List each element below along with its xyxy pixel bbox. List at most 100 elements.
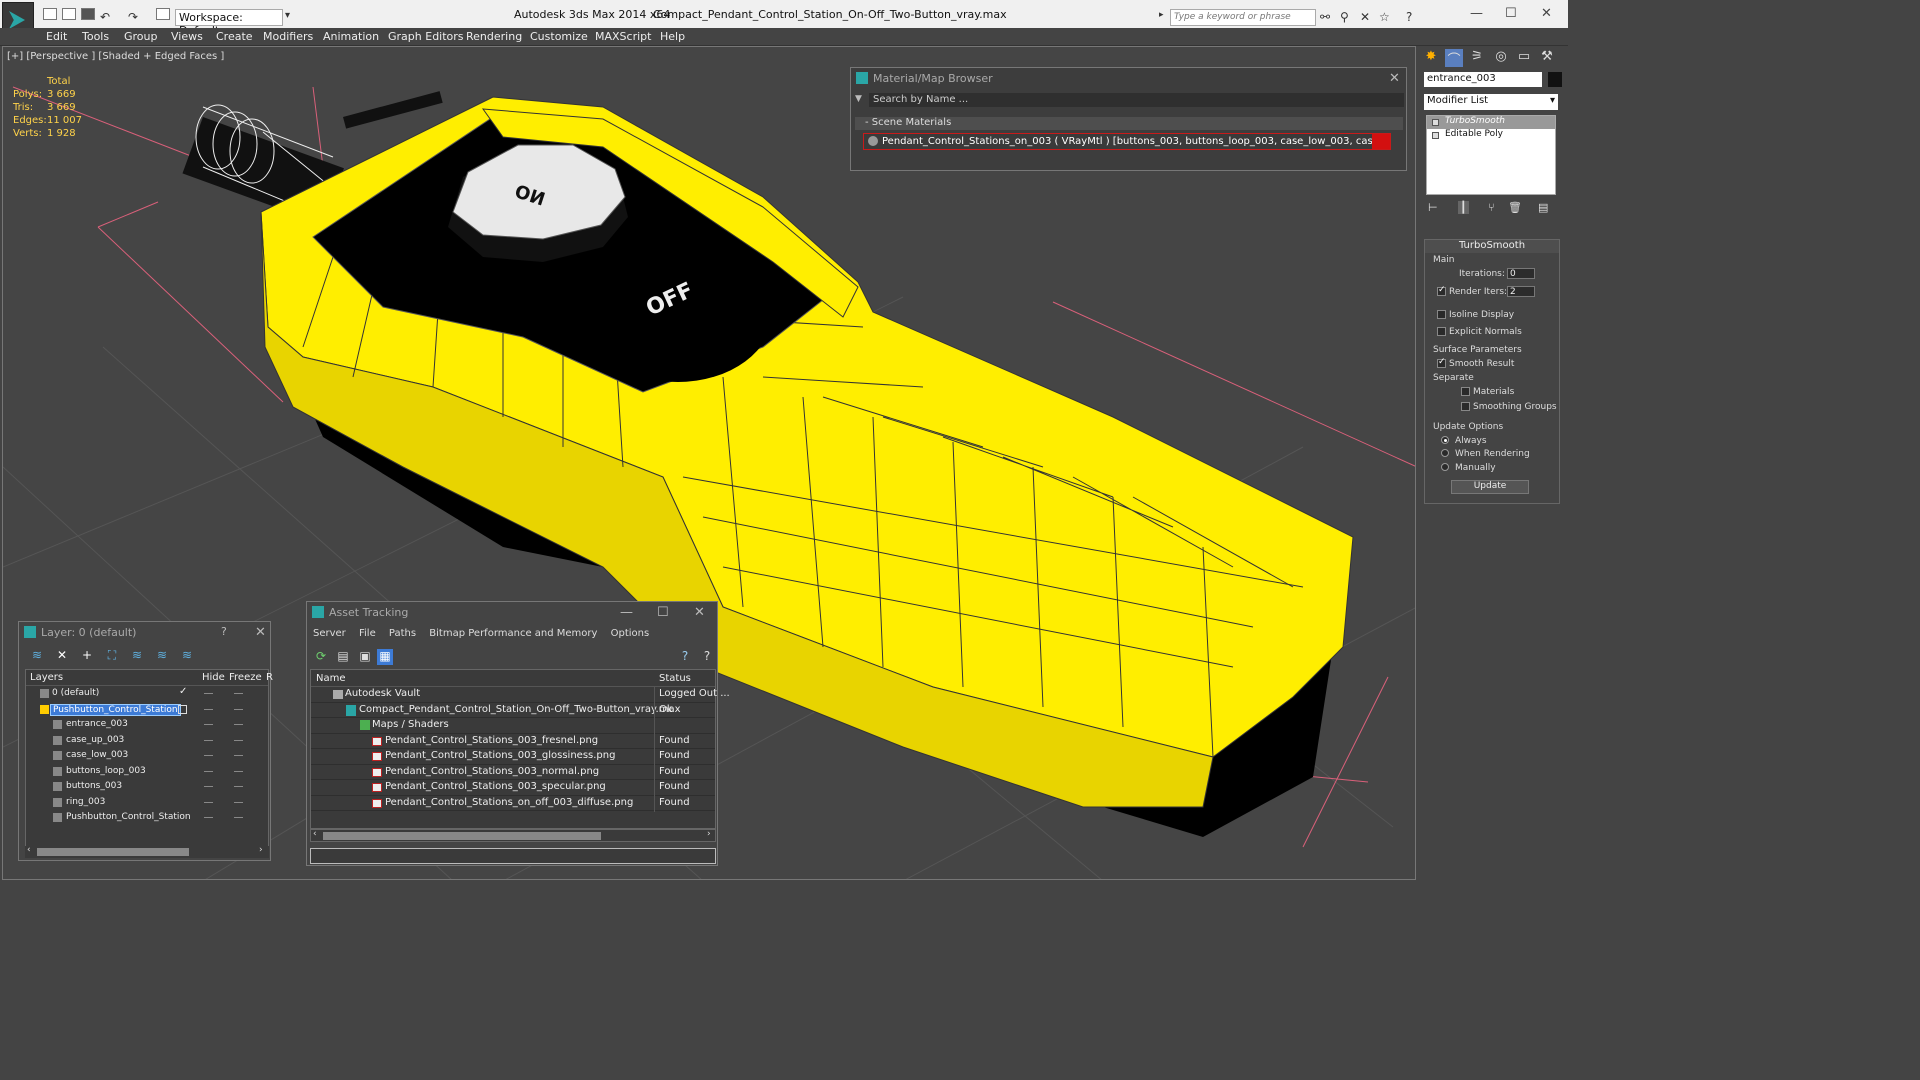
- undo-icon[interactable]: ↶: [100, 10, 110, 24]
- stack-item-editable-poly[interactable]: Editable Poly: [1427, 129, 1555, 142]
- menu-bitmap-performance[interactable]: Bitmap Performance and Memory: [429, 628, 597, 639]
- update-button[interactable]: Update: [1451, 480, 1529, 494]
- layer-object-row[interactable]: ring_003: [26, 795, 268, 811]
- rollout-title[interactable]: TurboSmooth: [1425, 240, 1559, 253]
- settings-help-icon[interactable]: ?: [699, 649, 715, 665]
- asset-row[interactable]: Pendant_Control_Stations_003_glossiness.…: [311, 749, 715, 765]
- asset-row[interactable]: Autodesk Vault Logged Out ...: [311, 687, 730, 703]
- asset-row[interactable]: Pendant_Control_Stations_003_normal.png F…: [311, 764, 715, 781]
- menu-tools[interactable]: Tools: [82, 30, 109, 43]
- menu-create[interactable]: Create: [216, 30, 253, 43]
- lightbulb-icon[interactable]: [1432, 119, 1439, 126]
- material-search-input[interactable]: Search by Name ...: [869, 93, 1404, 107]
- render-iters-spinner[interactable]: 2: [1507, 286, 1535, 297]
- hierarchy-tab-icon[interactable]: ⚞: [1468, 49, 1486, 67]
- layer-object-row[interactable]: case_low_003: [26, 748, 268, 764]
- menu-file[interactable]: File: [359, 628, 376, 639]
- thumbnail-view-icon[interactable]: ▣: [357, 649, 373, 665]
- scene-materials-section[interactable]: - Scene Materials: [855, 117, 1403, 130]
- hide-all-icon[interactable]: ≋: [152, 648, 172, 662]
- close-icon[interactable]: ✕: [694, 605, 705, 620]
- utilities-tab-icon[interactable]: ⚒: [1538, 49, 1556, 67]
- menu-customize[interactable]: Customize: [530, 30, 588, 43]
- close-icon[interactable]: ✕: [1541, 6, 1552, 21]
- chevron-down-icon[interactable]: ▼: [855, 94, 862, 104]
- asset-row[interactable]: Pendant_Control_Stations_003_specular.pn…: [311, 780, 715, 796]
- open-file-icon[interactable]: [62, 8, 76, 20]
- new-file-icon[interactable]: [43, 8, 57, 20]
- name-column-header[interactable]: Name: [316, 673, 346, 684]
- menu-server[interactable]: Server: [313, 628, 346, 639]
- make-unique-icon[interactable]: ⑂: [1488, 201, 1495, 214]
- favorites-star-icon[interactable]: ☆: [1379, 10, 1390, 24]
- add-selection-icon[interactable]: +: [77, 648, 97, 662]
- status-column-header[interactable]: Status: [659, 673, 691, 684]
- redo-icon[interactable]: ↷: [128, 10, 138, 24]
- remove-modifier-icon[interactable]: 🗑: [1508, 201, 1522, 214]
- active-layer-checkbox[interactable]: [178, 704, 187, 714]
- layer-object-row[interactable]: entrance_003: [26, 717, 268, 733]
- menu-help[interactable]: Help: [660, 30, 685, 43]
- scroll-left-icon[interactable]: ‹: [313, 829, 317, 839]
- layers-column-header[interactable]: Layers: [30, 672, 63, 683]
- expand-arrow-icon[interactable]: ▸: [1159, 10, 1164, 20]
- asset-row[interactable]: Maps / Shaders: [311, 718, 715, 734]
- minimize-icon[interactable]: —: [1470, 6, 1483, 21]
- iterations-spinner[interactable]: 0: [1507, 268, 1535, 279]
- modify-tab-icon[interactable]: ⌒: [1445, 49, 1463, 68]
- close-icon[interactable]: ✕: [255, 625, 266, 640]
- menu-paths[interactable]: Paths: [389, 628, 416, 639]
- scroll-right-icon[interactable]: ›: [259, 845, 263, 855]
- object-name-field[interactable]: entrance_003: [1424, 72, 1542, 87]
- smooth-result-checkbox[interactable]: [1437, 357, 1446, 368]
- list-view-icon[interactable]: ▤: [335, 649, 351, 665]
- layer-row[interactable]: 0 (default) ✓: [26, 686, 268, 702]
- minimize-icon[interactable]: —: [620, 605, 633, 620]
- menu-group[interactable]: Group: [124, 30, 158, 43]
- asset-path-field[interactable]: [310, 848, 716, 864]
- hide-column-header[interactable]: Hide: [202, 672, 225, 683]
- horizontal-scrollbar[interactable]: ‹ ›: [310, 829, 716, 842]
- maximize-icon[interactable]: ☐: [1505, 6, 1517, 21]
- menu-graph-editors[interactable]: Graph Editors: [388, 30, 464, 43]
- workspace-dropdown[interactable]: Workspace: Default: [175, 9, 283, 37]
- highlight-layer-icon[interactable]: ≋: [127, 648, 147, 662]
- menu-maxscript[interactable]: MAXScript: [595, 30, 651, 43]
- manually-radio[interactable]: [1441, 463, 1449, 471]
- scroll-left-icon[interactable]: ‹: [27, 845, 31, 855]
- delete-layer-icon[interactable]: ✕: [52, 648, 72, 662]
- active-layer-check-icon[interactable]: ✓: [179, 686, 187, 697]
- vault-help-icon[interactable]: ?: [677, 649, 693, 665]
- help-icon[interactable]: ?: [221, 625, 227, 638]
- menu-edit[interactable]: Edit: [46, 30, 67, 43]
- layer-object-row[interactable]: buttons_loop_003: [26, 764, 268, 780]
- subscription-icon[interactable]: ⚲: [1340, 10, 1349, 24]
- communication-icon[interactable]: ✕: [1360, 10, 1370, 24]
- freeze-all-icon[interactable]: ≋: [177, 648, 197, 662]
- new-layer-icon[interactable]: ≋: [27, 648, 47, 662]
- smoothing-groups-checkbox[interactable]: [1461, 402, 1470, 411]
- viewport-label[interactable]: [+] [Perspective ] [Shaded + Edged Faces…: [7, 51, 224, 62]
- expand-plus-icon[interactable]: [1432, 132, 1439, 139]
- asset-row[interactable]: Pendant_Control_Stations_on_off_003_diff…: [311, 795, 715, 812]
- binoculars-icon[interactable]: ⚯: [1320, 10, 1330, 24]
- asset-row[interactable]: Pendant_Control_Stations_003_fresnel.png…: [311, 733, 715, 750]
- search-input[interactable]: Type a keyword or phrase: [1170, 9, 1316, 26]
- horizontal-scrollbar[interactable]: ‹ ›: [25, 845, 269, 858]
- maximize-icon[interactable]: ☐: [657, 605, 669, 620]
- layer-object-row[interactable]: case_up_003: [26, 733, 268, 749]
- select-objects-icon[interactable]: ⛶: [102, 648, 122, 663]
- show-end-result-icon[interactable]: ┃: [1458, 201, 1469, 214]
- scroll-right-icon[interactable]: ›: [707, 829, 711, 839]
- materials-checkbox[interactable]: [1461, 387, 1470, 396]
- menu-options[interactable]: Options: [611, 628, 650, 639]
- stack-item-turbosmooth[interactable]: TurboSmooth: [1427, 116, 1555, 129]
- menu-modifiers[interactable]: Modifiers: [263, 30, 313, 43]
- object-color-swatch[interactable]: [1548, 72, 1562, 87]
- menu-rendering[interactable]: Rendering: [466, 30, 522, 43]
- explicit-normals-checkbox[interactable]: [1437, 327, 1446, 336]
- pin-stack-icon[interactable]: ⊢: [1428, 201, 1438, 214]
- chevron-down-icon[interactable]: ▾: [285, 10, 290, 21]
- project-folder-icon[interactable]: [156, 8, 170, 20]
- modifier-list-dropdown[interactable]: Modifier List ▾: [1424, 94, 1558, 110]
